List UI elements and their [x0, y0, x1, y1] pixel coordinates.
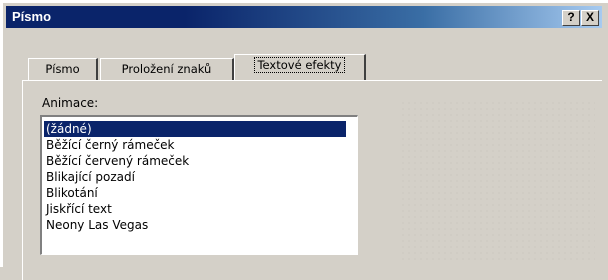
list-item[interactable]: Běžící červený rámeček — [44, 153, 346, 169]
animation-label: Animace: — [42, 96, 99, 110]
tab-font-label: Písmo — [45, 62, 80, 76]
animation-listbox[interactable]: (žádné) Běžící černý rámeček Běžící červ… — [40, 115, 358, 255]
tab-text-effects-label: Textové efekty — [254, 57, 345, 73]
background-texture — [400, 100, 595, 260]
title-bar[interactable]: Písmo ? X — [6, 6, 602, 28]
close-button[interactable]: X — [581, 10, 599, 26]
tab-font[interactable]: Písmo — [28, 58, 98, 80]
tab-text-effects[interactable]: Textové efekty — [234, 54, 366, 80]
list-item[interactable]: Blikotání — [44, 185, 346, 201]
list-item[interactable]: Neony Las Vegas — [44, 217, 346, 233]
list-item[interactable]: Blikající pozadí — [44, 169, 346, 185]
window-title: Písmo — [12, 9, 52, 24]
list-item[interactable]: Běžící černý rámeček — [44, 137, 346, 153]
list-item[interactable]: (žádné) — [44, 121, 346, 137]
help-button[interactable]: ? — [562, 10, 580, 26]
tab-character-spacing-label: Proložení znaků — [121, 62, 212, 76]
tab-character-spacing[interactable]: Proložení znaků — [100, 58, 234, 80]
list-item[interactable]: Jiskřící text — [44, 201, 346, 217]
